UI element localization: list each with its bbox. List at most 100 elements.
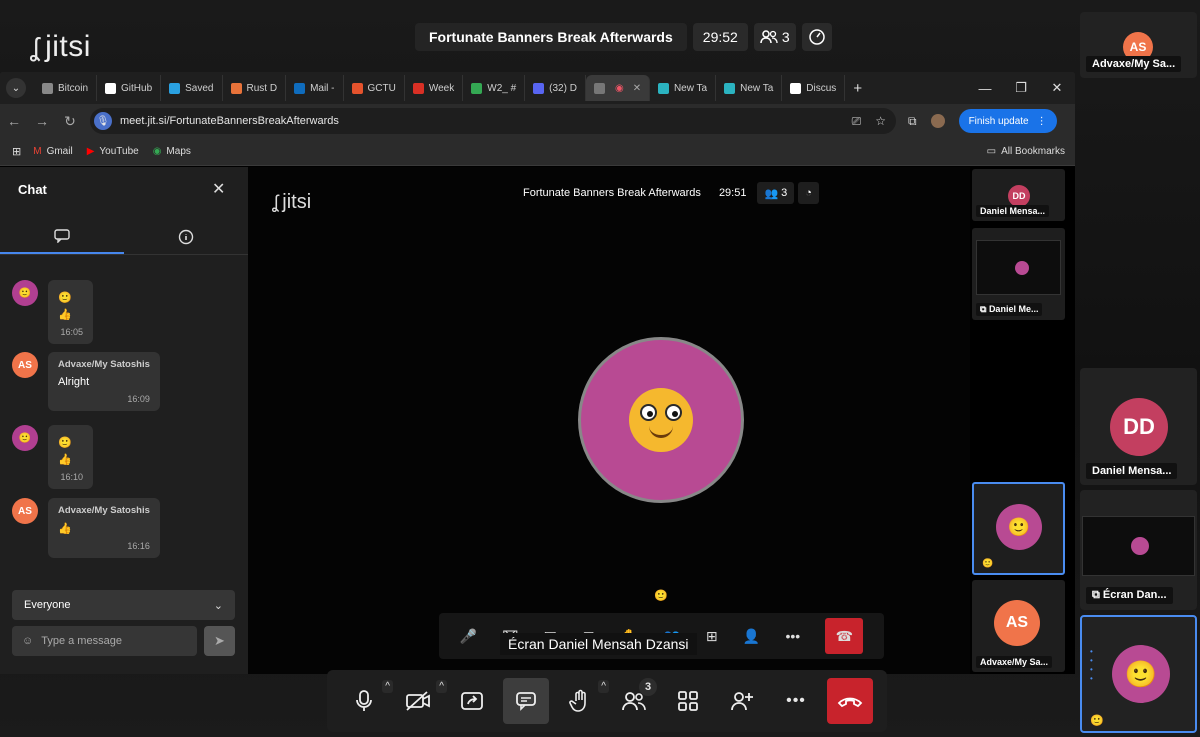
- outer-thumb-advaxe[interactable]: AS Advaxe/My Sa...: [1080, 12, 1197, 78]
- reactions-caret[interactable]: ^: [598, 680, 609, 693]
- all-bookmarks-button[interactable]: ▭ All Bookmarks: [987, 146, 1065, 157]
- browser-tab[interactable]: Week: [405, 75, 464, 101]
- browser-tab[interactable]: Saved: [161, 75, 223, 101]
- invite-icon[interactable]: 👤: [743, 628, 760, 645]
- mic-permission-icon[interactable]: 🎙: [94, 112, 112, 130]
- tab-label: Mail -: [310, 82, 335, 94]
- browser-tab[interactable]: (32) D: [525, 75, 586, 101]
- browser-tab[interactable]: GitHub: [97, 75, 162, 101]
- speaker-avatar: [578, 337, 744, 503]
- tab-favicon-icon: [105, 82, 117, 94]
- address-bar[interactable]: 🎙 meet.jit.si/FortunateBannersBreakAfter…: [90, 108, 896, 134]
- browser-tab[interactable]: Rust D: [223, 75, 287, 101]
- send-icon: ➤: [214, 633, 225, 648]
- bookmark-label: YouTube: [99, 146, 139, 157]
- message-text: 🙂: [58, 437, 72, 449]
- extensions-icon[interactable]: ⧉: [908, 114, 917, 129]
- chat-button[interactable]: [503, 678, 549, 724]
- reload-icon[interactable]: ↻: [56, 113, 84, 130]
- browser-tab[interactable]: GCTU: [344, 75, 405, 101]
- inner-participants-button[interactable]: 👥 3: [757, 182, 795, 204]
- chat-icon: [516, 692, 536, 711]
- tile-view-button[interactable]: [665, 678, 711, 724]
- cast-icon[interactable]: ⎚: [852, 114, 862, 129]
- mic-icon: [356, 690, 372, 711]
- tab-label: Saved: [185, 82, 214, 94]
- bookmark-star-icon[interactable]: ☆: [875, 114, 886, 129]
- hangup-button[interactable]: ☎: [825, 618, 864, 654]
- forward-icon[interactable]: →: [28, 113, 56, 129]
- finish-update-button[interactable]: Finish update ⋮: [958, 109, 1057, 133]
- browser-tab[interactable]: ◉ ✕: [585, 75, 650, 101]
- mic-icon[interactable]: 🎤: [460, 628, 477, 645]
- inner-performance-button[interactable]: ◔: [798, 182, 819, 204]
- bookmark-item[interactable]: ▶ YouTube: [87, 146, 139, 157]
- outer-thumb-daniel[interactable]: DD Daniel Mensa...: [1080, 368, 1197, 485]
- browser-tab[interactable]: New Ta: [716, 75, 783, 101]
- performance-button[interactable]: [801, 23, 832, 51]
- profile-avatar[interactable]: [930, 114, 945, 128]
- inner-logo-text: jitsi: [282, 191, 312, 213]
- camera-options-caret[interactable]: ^: [436, 680, 447, 693]
- message-time: 16:10: [60, 472, 83, 482]
- browser-tab[interactable]: Discus: [782, 75, 846, 101]
- message-text: Alright: [58, 376, 90, 388]
- tile-view-icon[interactable]: ⊞: [706, 628, 718, 645]
- bookmark-label: Maps: [166, 146, 191, 157]
- inner-thumb-self[interactable]: 🙂 🙂: [972, 482, 1065, 575]
- more-icon[interactable]: •••: [785, 628, 800, 644]
- apps-grid-icon[interactable]: ⊞: [12, 145, 21, 158]
- minimize-icon[interactable]: —: [967, 81, 1003, 96]
- tab-info[interactable]: [124, 219, 248, 254]
- outer-thumb-screen[interactable]: ⧉ Écran Dan...: [1080, 490, 1197, 610]
- invite-button[interactable]: [719, 678, 765, 724]
- close-chat-icon[interactable]: ✕: [212, 179, 225, 199]
- bookmark-item[interactable]: M Gmail: [33, 146, 72, 157]
- send-button[interactable]: ➤: [204, 626, 235, 656]
- bookmark-list: M Gmail ▶ YouTube ◉ Maps: [33, 146, 205, 157]
- message-input[interactable]: ☺ Type a message: [12, 626, 197, 656]
- bookmark-item[interactable]: ◉ Maps: [153, 146, 191, 157]
- restore-icon[interactable]: ❐: [1003, 80, 1039, 96]
- raise-hand-button[interactable]: ^: [557, 678, 609, 724]
- browser-tab[interactable]: Bitcoin: [34, 75, 98, 101]
- inner-thumb-advaxe[interactable]: AS Advaxe/My Sa...: [972, 580, 1065, 672]
- inner-meeting-header: Fortunate Banners Break Afterwards 29:51…: [516, 182, 819, 204]
- recipient-select[interactable]: Everyone ⌄: [12, 590, 235, 620]
- participants-count-button[interactable]: 3: [753, 23, 796, 51]
- close-tab-icon[interactable]: ✕: [633, 83, 641, 94]
- leave-meeting-button[interactable]: [827, 678, 873, 724]
- hangup-icon: [837, 697, 863, 708]
- tab-chat[interactable]: [0, 219, 124, 254]
- mic-options-caret[interactable]: ^: [382, 680, 393, 693]
- tab-label: W2_ #: [487, 82, 517, 94]
- tab-label: Discus: [806, 82, 837, 94]
- tab-favicon-icon: [351, 82, 363, 94]
- tab-list: Bitcoin GitHub Saved Rust D Mail - GCTU Week W2…: [34, 75, 846, 101]
- close-window-icon[interactable]: ✕: [1039, 80, 1075, 96]
- tab-search-button[interactable]: ⌄: [6, 78, 26, 98]
- chat-message: 🙂 🙂 👍 16:10: [12, 425, 93, 489]
- browser-tab[interactable]: Mail -: [286, 75, 344, 101]
- folder-icon: ▭: [986, 146, 997, 157]
- share-screen-button[interactable]: [449, 678, 495, 724]
- avatar: 🙂: [12, 280, 38, 306]
- new-tab-icon[interactable]: +: [853, 80, 862, 97]
- tab-label: New Ta: [673, 82, 708, 94]
- inner-meeting-stage: ʆ jitsi Fortunate Banners Break Afterwar…: [248, 167, 970, 674]
- more-actions-button[interactable]: •••: [773, 678, 819, 724]
- camera-button[interactable]: ^: [395, 678, 447, 724]
- participants-button[interactable]: 3: [611, 678, 657, 724]
- back-icon[interactable]: ←: [0, 113, 28, 129]
- mic-button[interactable]: ^: [341, 678, 393, 724]
- inner-thumb-screen[interactable]: ⧉ Daniel Me...: [972, 228, 1065, 320]
- inner-thumb-daniel[interactable]: DD Daniel Mensa...: [972, 169, 1065, 221]
- outer-thumb-self[interactable]: 🙂 • • • • 🙂: [1080, 615, 1197, 733]
- browser-tab[interactable]: W2_ #: [463, 75, 526, 101]
- browser-tab[interactable]: New Ta: [650, 75, 717, 101]
- inner-thumb-label-text: Daniel Me...: [988, 304, 1039, 314]
- tab-favicon-icon: [593, 82, 605, 94]
- jitsi-logo-text: jitsi: [45, 30, 91, 63]
- tile-view-icon: [678, 691, 698, 711]
- emoji-icon[interactable]: ☺: [22, 635, 33, 647]
